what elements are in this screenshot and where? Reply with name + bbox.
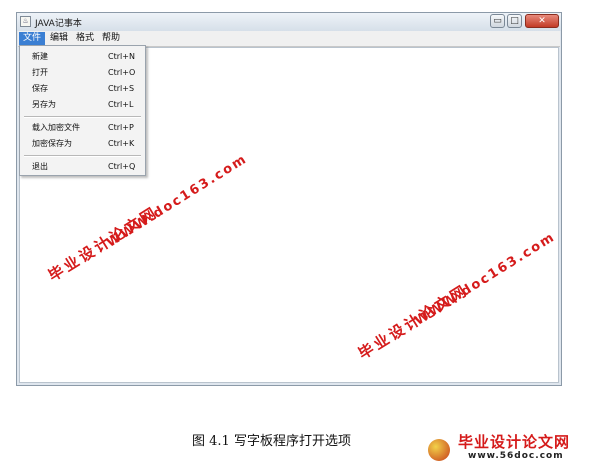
maximize-button[interactable]: □ bbox=[507, 14, 522, 28]
menu-item-label: 新建 bbox=[32, 52, 48, 61]
menu-help[interactable]: 帮助 bbox=[98, 32, 124, 45]
menu-item-label: 保存 bbox=[32, 84, 48, 93]
menu-item-shortcut: Ctrl+L bbox=[108, 100, 134, 109]
window-title: JAVA记事本 bbox=[35, 19, 82, 29]
app-icon[interactable]: ♨ bbox=[20, 16, 31, 27]
menu-item-save[interactable]: 保存 Ctrl+S bbox=[20, 82, 145, 96]
menu-file[interactable]: 文件 bbox=[19, 32, 46, 45]
menu-separator bbox=[24, 155, 141, 157]
logo-url: www.56doc.com bbox=[468, 451, 564, 461]
minimize-button[interactable]: ▭ bbox=[490, 14, 505, 28]
menu-item-label: 载入加密文件 bbox=[32, 123, 80, 132]
site-logo: 毕业设计论文网 www.56doc.com bbox=[428, 431, 588, 467]
title-bar[interactable]: ♨ JAVA记事本 ▭ □ ✕ bbox=[17, 13, 561, 31]
menu-item-load-encrypted[interactable]: 载入加密文件 Ctrl+P bbox=[20, 121, 145, 135]
close-button[interactable]: ✕ bbox=[525, 14, 559, 28]
menu-item-shortcut: Ctrl+N bbox=[108, 52, 135, 61]
menu-item-label: 另存为 bbox=[32, 100, 56, 109]
menu-item-shortcut: Ctrl+Q bbox=[108, 162, 136, 171]
menu-format[interactable]: 格式 bbox=[72, 32, 98, 45]
menu-item-label: 加密保存为 bbox=[32, 139, 72, 148]
menu-edit[interactable]: 编辑 bbox=[46, 32, 72, 45]
logo-emblem-icon bbox=[428, 439, 450, 461]
menu-separator bbox=[24, 116, 141, 118]
file-menu-dropdown: 新建 Ctrl+N 打开 Ctrl+O 保存 Ctrl+S 另存为 Ctrl+L… bbox=[19, 45, 146, 176]
menu-item-shortcut: Ctrl+O bbox=[108, 68, 136, 77]
menu-item-new[interactable]: 新建 Ctrl+N bbox=[20, 50, 145, 64]
menu-item-shortcut: Ctrl+S bbox=[108, 84, 135, 93]
menu-item-shortcut: Ctrl+K bbox=[108, 139, 135, 148]
menu-item-save-as[interactable]: 另存为 Ctrl+L bbox=[20, 98, 145, 112]
menu-item-encrypt-save-as[interactable]: 加密保存为 Ctrl+K bbox=[20, 137, 145, 151]
menu-item-label: 打开 bbox=[32, 68, 48, 77]
menu-item-shortcut: Ctrl+P bbox=[108, 123, 134, 132]
figure-caption: 图 4.1 写字板程序打开选项 bbox=[192, 434, 351, 449]
menu-item-open[interactable]: 打开 Ctrl+O bbox=[20, 66, 145, 80]
menu-item-label: 退出 bbox=[32, 162, 48, 171]
menu-item-exit[interactable]: 退出 Ctrl+Q bbox=[20, 160, 145, 174]
logo-title: 毕业设计论文网 bbox=[458, 433, 571, 451]
